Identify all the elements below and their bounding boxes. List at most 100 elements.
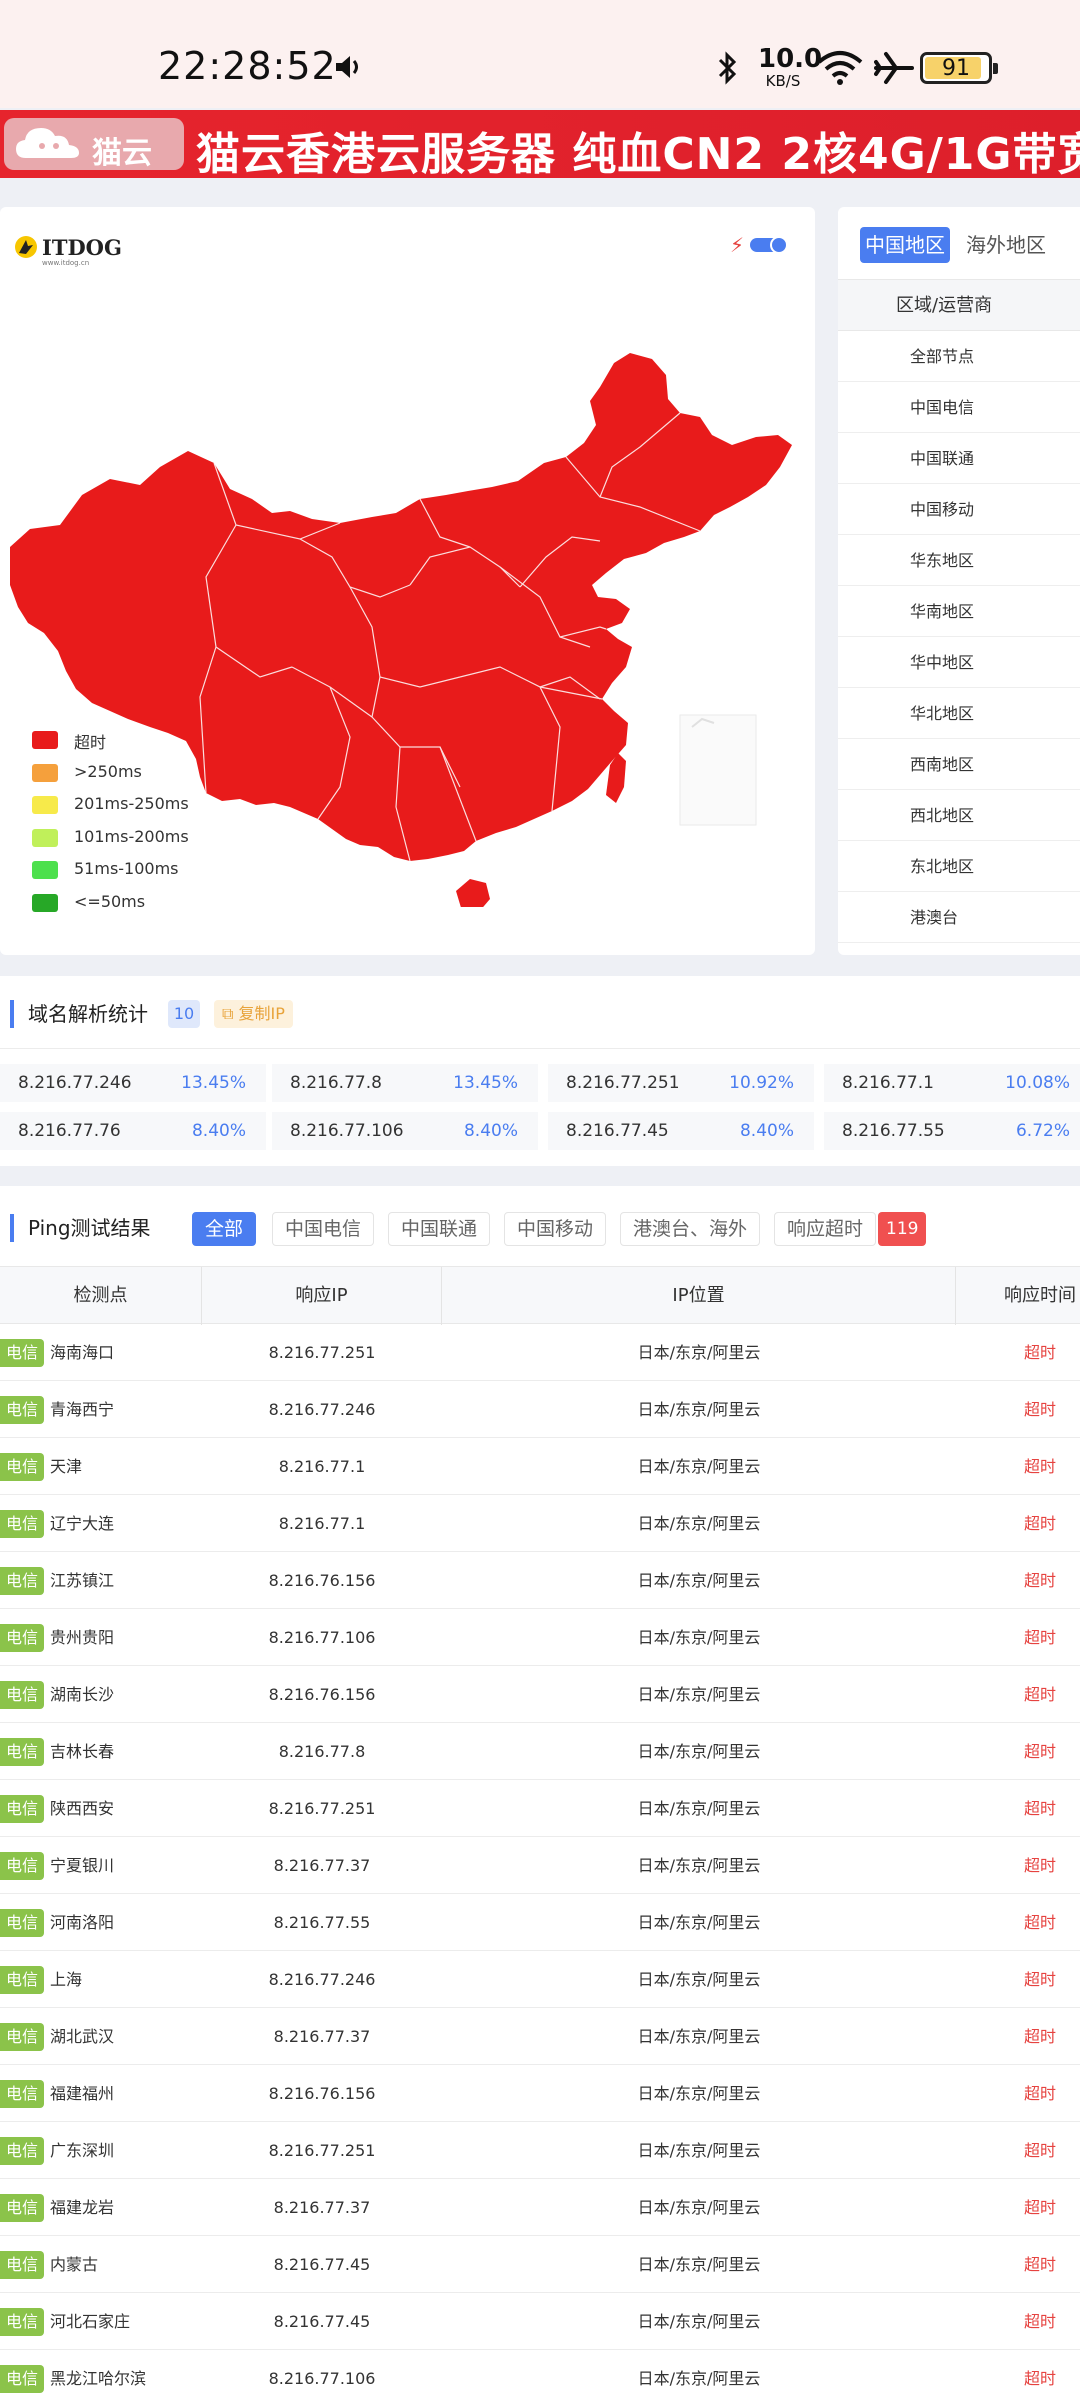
tab-overseas-region[interactable]: 海外地区	[966, 227, 1046, 263]
region-item[interactable]: 华中地区	[838, 637, 1080, 688]
checkpoint-city: 上海	[50, 1970, 83, 1989]
legend-label: 201ms-250ms	[74, 794, 189, 814]
dns-ip-cell[interactable]: 8.216.77.1 10.08%	[824, 1064, 1080, 1102]
checkpoint-city: 湖南长沙	[50, 1685, 115, 1704]
table-row[interactable]: 电信 贵州贵阳 8.216.77.106 日本/东京/阿里云 超时	[0, 1609, 1080, 1666]
table-row[interactable]: 电信 陕西西安 8.216.77.251 日本/东京/阿里云 超时	[0, 1780, 1080, 1837]
fast-mode-toggle[interactable]: ⚡	[730, 233, 788, 257]
table-row[interactable]: 电信 湖南长沙 8.216.76.156 日本/东京/阿里云 超时	[0, 1666, 1080, 1723]
ip-location: 日本/东京/阿里云	[637, 2141, 761, 2160]
ip-location: 日本/东京/阿里云	[637, 1628, 761, 1647]
table-row[interactable]: 电信 河北石家庄 8.216.77.45 日本/东京/阿里云 超时	[0, 2293, 1080, 2350]
response-ip: 8.216.76.156	[268, 1685, 376, 1704]
response-ip: 8.216.77.106	[268, 2369, 376, 2388]
table-row[interactable]: 电信 福建福州 8.216.76.156 日本/东京/阿里云 超时	[0, 2065, 1080, 2122]
dns-ip-cell[interactable]: 8.216.77.55 6.72%	[824, 1112, 1080, 1150]
airplane-icon	[874, 52, 914, 84]
region-item[interactable]: 中国移动	[838, 484, 1080, 535]
ip-location: 日本/东京/阿里云	[637, 1970, 761, 1989]
china-mainland-shape[interactable]	[10, 353, 792, 861]
dns-ip-cell[interactable]: 8.216.77.246 13.45%	[0, 1064, 266, 1102]
network-speed-value: 10.0	[758, 44, 823, 74]
legend-swatch	[32, 796, 58, 815]
dns-ip-cell[interactable]: 8.216.77.45 8.40%	[548, 1112, 814, 1150]
col-response-time[interactable]: 响应时间	[956, 1267, 1080, 1325]
region-item[interactable]: 港澳台	[838, 892, 1080, 943]
response-ip: 8.216.77.55	[273, 1913, 371, 1932]
ip-location: 日本/东京/阿里云	[637, 1799, 761, 1818]
copy-ip-button[interactable]: ⧉ 复制IP	[214, 1000, 293, 1028]
isp-tag: 电信	[0, 2194, 44, 2222]
copy-icon: ⧉	[222, 1004, 234, 1023]
filter-hk-overseas[interactable]: 港澳台、海外	[620, 1212, 761, 1246]
isp-tag: 电信	[0, 1453, 44, 1481]
filter-all[interactable]: 全部	[192, 1212, 257, 1246]
filter-mobile[interactable]: 中国移动	[504, 1212, 607, 1246]
ip-location: 日本/东京/阿里云	[637, 1856, 761, 1875]
filter-unicom[interactable]: 中国联通	[388, 1212, 491, 1246]
dns-ip-cell[interactable]: 8.216.77.76 8.40%	[0, 1112, 266, 1150]
toggle-knob	[770, 236, 788, 254]
tab-china-region[interactable]: 中国地区	[860, 227, 950, 263]
table-row[interactable]: 电信 吉林长春 8.216.77.8 日本/东京/阿里云 超时	[0, 1723, 1080, 1780]
isp-tag: 电信	[0, 1681, 44, 1709]
dns-ip-cell[interactable]: 8.216.77.251 10.92%	[548, 1064, 814, 1102]
dns-ip: 8.216.77.55	[842, 1121, 945, 1141]
region-item[interactable]: 华南地区	[838, 586, 1080, 637]
filter-timeout[interactable]: 响应超时	[774, 1212, 877, 1246]
table-row[interactable]: 电信 福建龙岩 8.216.77.37 日本/东京/阿里云 超时	[0, 2179, 1080, 2236]
itdog-brand-sub: www.itdog.cn	[42, 259, 90, 267]
checkpoint-city: 陕西西安	[50, 1799, 115, 1818]
table-row[interactable]: 电信 青海西宁 8.216.77.246 日本/东京/阿里云 超时	[0, 1381, 1080, 1438]
region-item[interactable]: 华东地区	[838, 535, 1080, 586]
checkpoint-city: 福建龙岩	[50, 2198, 115, 2217]
response-time: 超时	[1023, 2198, 1056, 2217]
region-item[interactable]: 中国电信	[838, 382, 1080, 433]
checkpoint-city: 江苏镇江	[50, 1571, 115, 1590]
dns-ip-cell[interactable]: 8.216.77.8 13.45%	[272, 1064, 538, 1102]
region-item[interactable]: 西北地区	[838, 790, 1080, 841]
legend-label: 51ms-100ms	[74, 859, 179, 879]
table-row[interactable]: 电信 上海 8.216.77.246 日本/东京/阿里云 超时	[0, 1951, 1080, 2008]
legend-swatch	[32, 731, 58, 749]
dns-ip: 8.216.77.76	[18, 1121, 121, 1141]
table-row[interactable]: 电信 海南海口 8.216.77.251 日本/东京/阿里云 超时	[0, 1324, 1080, 1381]
response-ip: 8.216.77.246	[268, 1400, 376, 1419]
table-row[interactable]: 电信 河南洛阳 8.216.77.55 日本/东京/阿里云 超时	[0, 1894, 1080, 1951]
timeout-count-badge: 119	[878, 1212, 927, 1246]
col-ip-location[interactable]: IP位置	[442, 1267, 956, 1325]
region-item[interactable]: 东北地区	[838, 841, 1080, 892]
region-item[interactable]: 中国联通	[838, 433, 1080, 484]
filter-telecom[interactable]: 中国电信	[272, 1212, 375, 1246]
checkpoint-city: 福建福州	[50, 2084, 115, 2103]
table-row[interactable]: 电信 宁夏银川 8.216.77.37 日本/东京/阿里云 超时	[0, 1837, 1080, 1894]
checkpoint-city: 吉林长春	[50, 1742, 115, 1761]
region-item[interactable]: 全部节点	[838, 331, 1080, 382]
table-row[interactable]: 电信 天津 8.216.77.1 日本/东京/阿里云 超时	[0, 1438, 1080, 1495]
dns-ip: 8.216.77.8	[290, 1073, 382, 1093]
checkpoint-city: 河南洛阳	[50, 1913, 115, 1932]
table-row[interactable]: 电信 黑龙江哈尔滨 8.216.77.106 日本/东京/阿里云 超时	[0, 2350, 1080, 2400]
region-item[interactable]: 华北地区	[838, 688, 1080, 739]
ad-banner[interactable]: 猫云 猫云香港云服务器 纯血CN2 2核4G/1G带宽	[0, 110, 1080, 178]
table-row[interactable]: 电信 广东深圳 8.216.77.251 日本/东京/阿里云 超时	[0, 2122, 1080, 2179]
isp-tag: 电信	[0, 2365, 44, 2393]
table-row[interactable]: 电信 江苏镇江 8.216.76.156 日本/东京/阿里云 超时	[0, 1552, 1080, 1609]
col-response-ip[interactable]: 响应IP	[202, 1267, 442, 1325]
response-time: 超时	[1023, 1400, 1056, 1419]
dns-ip-cell[interactable]: 8.216.77.106 8.40%	[272, 1112, 538, 1150]
checkpoint-city: 广东深圳	[50, 2141, 115, 2160]
dns-ip-share: 13.45%	[453, 1073, 518, 1093]
checkpoint-city: 河北石家庄	[50, 2312, 131, 2331]
dns-ip: 8.216.77.246	[18, 1073, 132, 1093]
table-row[interactable]: 电信 内蒙古 8.216.77.45 日本/东京/阿里云 超时	[0, 2236, 1080, 2293]
dns-ip-share: 8.40%	[191, 1121, 246, 1141]
table-row[interactable]: 电信 湖北武汉 8.216.77.37 日本/东京/阿里云 超时	[0, 2008, 1080, 2065]
table-row[interactable]: 电信 辽宁大连 8.216.77.1 日本/东京/阿里云 超时	[0, 1495, 1080, 1552]
response-time: 超时	[1023, 1514, 1056, 1533]
isp-tag: 电信	[0, 2251, 44, 2279]
hainan-shape[interactable]	[456, 879, 490, 907]
region-item[interactable]: 西南地区	[838, 739, 1080, 790]
col-checkpoint[interactable]: 检测点	[0, 1267, 202, 1325]
ip-location: 日本/东京/阿里云	[637, 1400, 761, 1419]
